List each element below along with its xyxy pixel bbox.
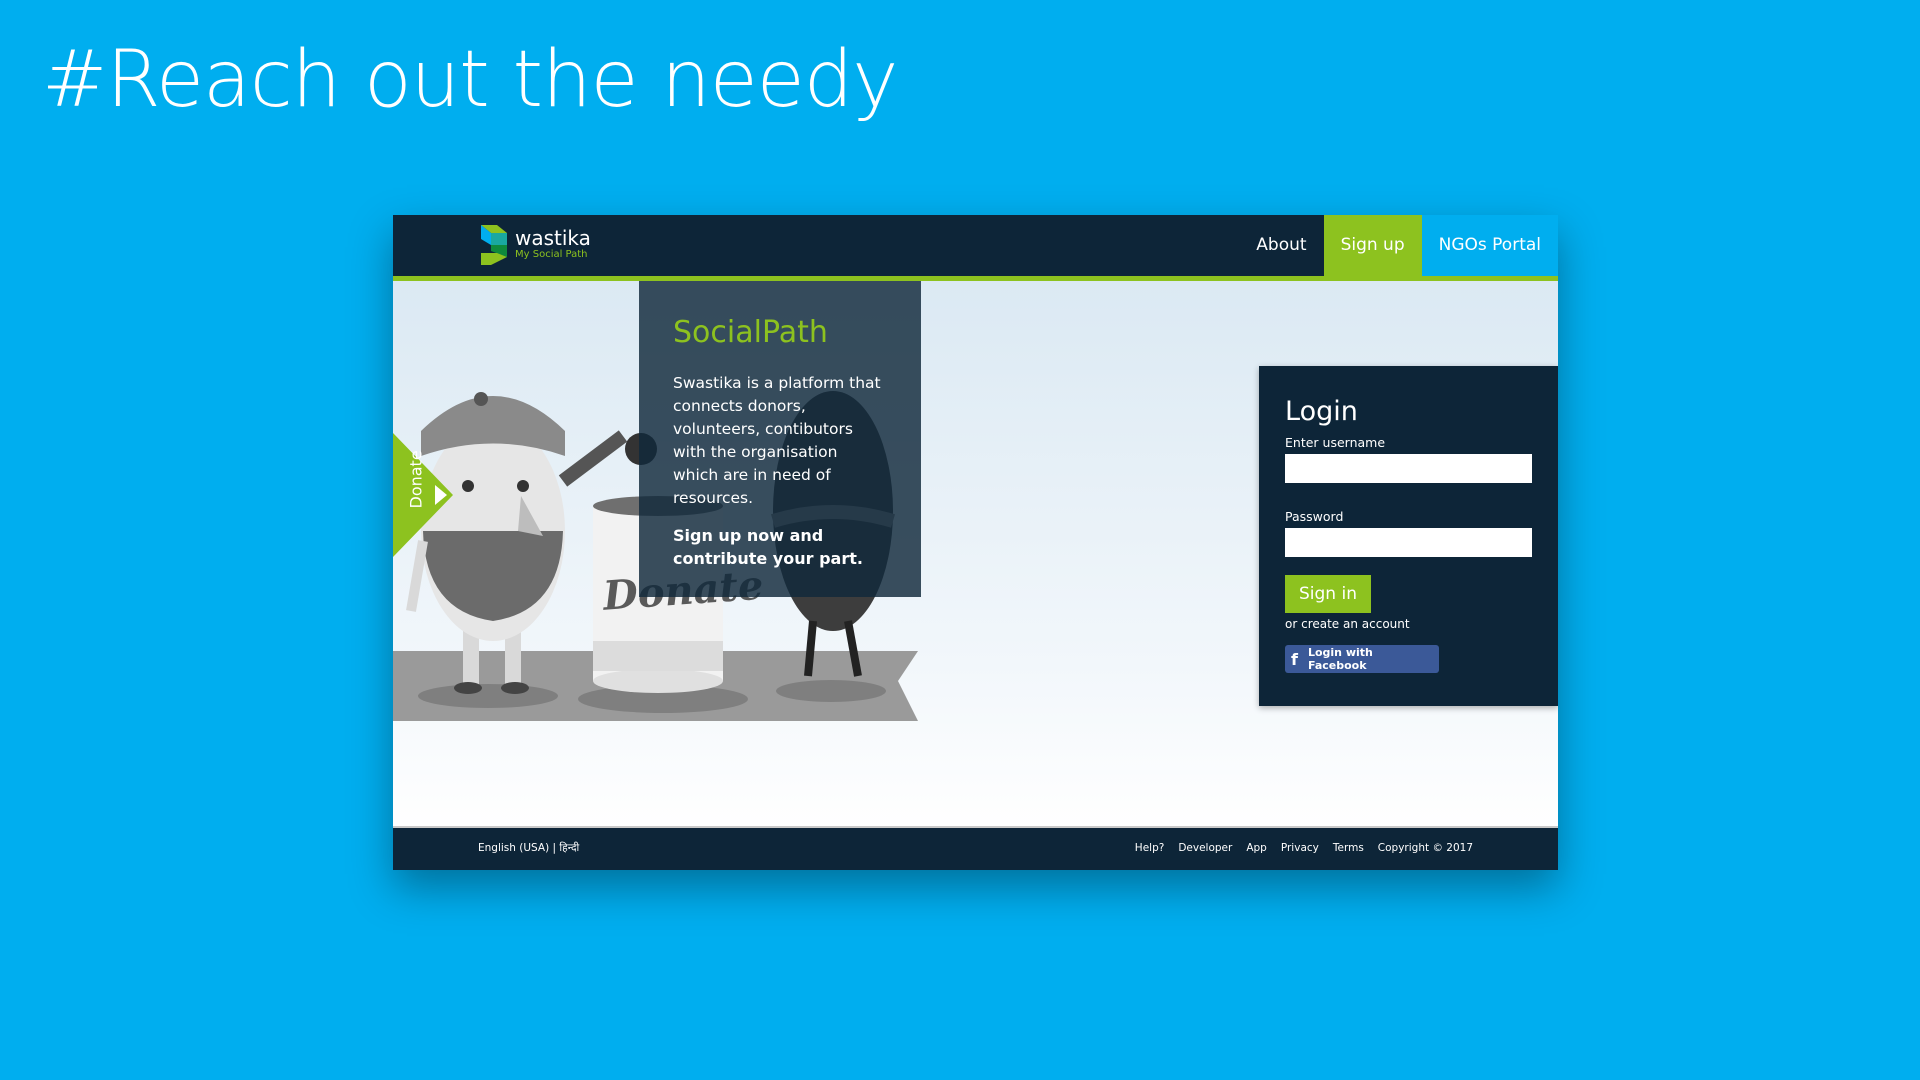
site-logo[interactable]: wastika My Social Path xyxy=(479,223,591,267)
hero-cta: Sign up now and contribute your part. xyxy=(673,526,863,568)
lang-separator: | xyxy=(552,842,557,854)
footer-copyright: Copyright © 2017 xyxy=(1377,842,1473,854)
username-input[interactable] xyxy=(1285,454,1532,483)
password-label: Password xyxy=(1285,509,1344,524)
donate-tab-label[interactable]: Donate xyxy=(407,450,426,508)
password-input[interactable] xyxy=(1285,528,1532,557)
footer-link-app[interactable]: App xyxy=(1246,842,1267,854)
footer-link-developer[interactable]: Developer xyxy=(1178,842,1232,854)
website-screenshot: wastika My Social Path About Sign up NGO… xyxy=(393,215,1558,870)
lang-hindi[interactable]: हिन्दी xyxy=(559,842,579,854)
slide-title: #Reach out the needy xyxy=(42,35,898,125)
facebook-login-label: Login with Facebook xyxy=(1307,646,1373,672)
hero-section: Donate SocialPath Swastika is a platform… xyxy=(393,281,1558,830)
nav-signup[interactable]: Sign up xyxy=(1323,215,1422,276)
logo-mark-icon xyxy=(481,225,507,265)
footer-link-terms[interactable]: Terms xyxy=(1333,842,1364,854)
nav-ngos-portal[interactable]: NGOs Portal xyxy=(1421,215,1558,276)
language-selector: English (USA) | हिन्दी xyxy=(478,841,579,855)
login-title: Login xyxy=(1285,396,1358,427)
footer-links: Help? Developer App Privacy Terms Copyri… xyxy=(1135,842,1473,854)
nav-about[interactable]: About xyxy=(1239,215,1323,276)
footer-link-help[interactable]: Help? xyxy=(1135,842,1165,854)
hero-title: SocialPath xyxy=(673,315,828,350)
sign-in-button[interactable]: Sign in xyxy=(1285,575,1371,613)
logo-tagline: My Social Path xyxy=(515,249,588,260)
username-label: Enter username xyxy=(1285,435,1386,450)
main-nav: About Sign up NGOs Portal xyxy=(1239,215,1558,276)
facebook-icon: f xyxy=(1291,649,1298,669)
lang-english[interactable]: English (USA) xyxy=(478,842,549,854)
logo-name: wastika xyxy=(515,226,591,250)
footer: English (USA) | हिन्दी Help? Developer A… xyxy=(393,826,1558,870)
facebook-login-button[interactable]: f Login with Facebook xyxy=(1285,645,1439,673)
footer-link-privacy[interactable]: Privacy xyxy=(1281,842,1319,854)
socialpath-info-panel: SocialPath Swastika is a platform that c… xyxy=(639,281,921,597)
create-account-link[interactable]: or create an account xyxy=(1285,617,1532,631)
top-navbar: wastika My Social Path About Sign up NGO… xyxy=(393,215,1558,281)
hero-description: Swastika is a platform that connects don… xyxy=(673,374,881,507)
login-panel: Login Enter username Password Sign in or… xyxy=(1259,366,1558,706)
